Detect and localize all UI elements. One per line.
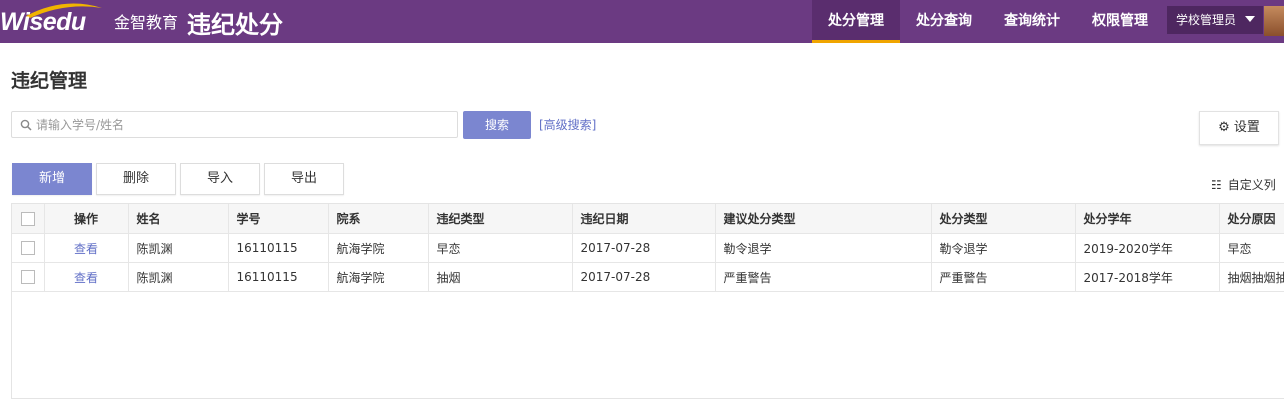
cell-punishment-type: 勒令退学 — [931, 233, 1076, 263]
view-link-cell[interactable]: 查看 — [44, 233, 129, 263]
top-bar: Wisedu 金智教育 违纪处分 处分管理 处分查询 查询统计 权限管理 学校管… — [0, 0, 1284, 43]
column-header-violation-date[interactable]: 违纪日期 — [572, 204, 716, 234]
search-button[interactable]: 搜索 — [463, 111, 531, 139]
table-row: 查看 陈凯渊 16110115 航海学院 抽烟 2017-07-28 严重警告 … — [12, 262, 1284, 292]
cell-name: 陈凯渊 — [128, 262, 229, 292]
import-button[interactable]: 导入 — [180, 163, 260, 195]
nav-query-statistics[interactable]: 查询统计 — [988, 0, 1076, 43]
search-icon — [20, 119, 32, 131]
cell-student-id: 16110115 — [228, 233, 329, 263]
cell-violation-type: 早恋 — [428, 233, 573, 263]
cell-punishment-type: 严重警告 — [931, 262, 1076, 292]
column-header-punishment-type[interactable]: 处分类型 — [931, 204, 1076, 234]
cell-violation-date: 2017-07-28 — [572, 233, 716, 263]
row-checkbox-cell[interactable] — [12, 262, 45, 292]
column-settings-icon: ☷ — [1211, 178, 1222, 192]
cell-suggested-punishment: 勒令退学 — [715, 233, 932, 263]
column-header-violation-type[interactable]: 违纪类型 — [428, 204, 573, 234]
cell-name: 陈凯渊 — [128, 233, 229, 263]
nav-punishment-query[interactable]: 处分查询 — [900, 0, 988, 43]
data-table: 操作 姓名 学号 院系 违纪类型 违纪日期 建议处分类型 处分类型 处分学年 处… — [11, 203, 1284, 399]
cell-punishment-year: 2017-2018学年 — [1075, 262, 1220, 292]
column-header-punishment-year[interactable]: 处分学年 — [1075, 204, 1220, 234]
column-header-punishment-reason[interactable]: 处分原因 — [1219, 204, 1284, 234]
cell-violation-date: 2017-07-28 — [572, 262, 716, 292]
column-header-student-id[interactable]: 学号 — [228, 204, 329, 234]
nav-punishment-management[interactable]: 处分管理 — [812, 0, 900, 43]
cell-suggested-punishment: 严重警告 — [715, 262, 932, 292]
view-link[interactable]: 查看 — [74, 242, 98, 256]
app-title: 违纪处分 — [187, 11, 283, 39]
avatar[interactable] — [1264, 6, 1284, 36]
search-box[interactable] — [11, 111, 458, 138]
advanced-search-link[interactable]: [高级搜索] — [539, 116, 596, 133]
cell-punishment-year: 2019-2020学年 — [1075, 233, 1220, 263]
main-nav: 处分管理 处分查询 查询统计 权限管理 — [812, 0, 1164, 43]
row-checkbox[interactable] — [20, 241, 35, 256]
custom-columns-label: 自定义列 — [1227, 178, 1276, 192]
page-title: 违纪管理 — [11, 70, 88, 92]
select-all-checkbox[interactable] — [20, 211, 35, 226]
gear-icon: ⚙ — [1218, 120, 1230, 135]
add-button[interactable]: 新增 — [12, 163, 92, 195]
column-header-suggested-punishment[interactable]: 建议处分类型 — [715, 204, 932, 234]
row-checkbox[interactable] — [20, 270, 35, 285]
action-toolbar: 新增 删除 导入 导出 — [12, 163, 348, 195]
chevron-down-icon[interactable] — [1245, 16, 1255, 22]
cell-violation-type: 抽烟 — [428, 262, 573, 292]
logo-chinese-text: 金智教育 — [114, 13, 179, 32]
table-row: 查看 陈凯渊 16110115 航海学院 早恋 2017-07-28 勒令退学 … — [12, 233, 1284, 263]
view-link-cell[interactable]: 查看 — [44, 262, 129, 292]
cell-punishment-reason: 抽烟抽烟抽 — [1219, 262, 1284, 292]
cell-department: 航海学院 — [328, 262, 429, 292]
export-button[interactable]: 导出 — [264, 163, 344, 195]
logo-text: Wisedu — [0, 8, 86, 36]
column-header-department[interactable]: 院系 — [328, 204, 429, 234]
cell-student-id: 16110115 — [228, 262, 329, 292]
row-checkbox-cell[interactable] — [12, 233, 45, 263]
view-link[interactable]: 查看 — [74, 271, 98, 285]
custom-columns-button[interactable]: ☷ 自定义列 — [1211, 176, 1276, 193]
settings-button[interactable]: ⚙ 设置 — [1199, 111, 1279, 145]
table-header-row: 操作 姓名 学号 院系 违纪类型 违纪日期 建议处分类型 处分类型 处分学年 处… — [12, 204, 1284, 234]
delete-button[interactable]: 删除 — [96, 163, 176, 195]
column-header-name[interactable]: 姓名 — [128, 204, 229, 234]
search-input[interactable] — [36, 112, 446, 137]
column-header-action: 操作 — [44, 204, 129, 234]
cell-department: 航海学院 — [328, 233, 429, 263]
cell-punishment-reason: 早恋 — [1219, 233, 1284, 263]
select-all-checkbox-cell[interactable] — [12, 204, 45, 234]
settings-label: 设置 — [1233, 120, 1260, 135]
nav-permission-management[interactable]: 权限管理 — [1076, 0, 1164, 43]
